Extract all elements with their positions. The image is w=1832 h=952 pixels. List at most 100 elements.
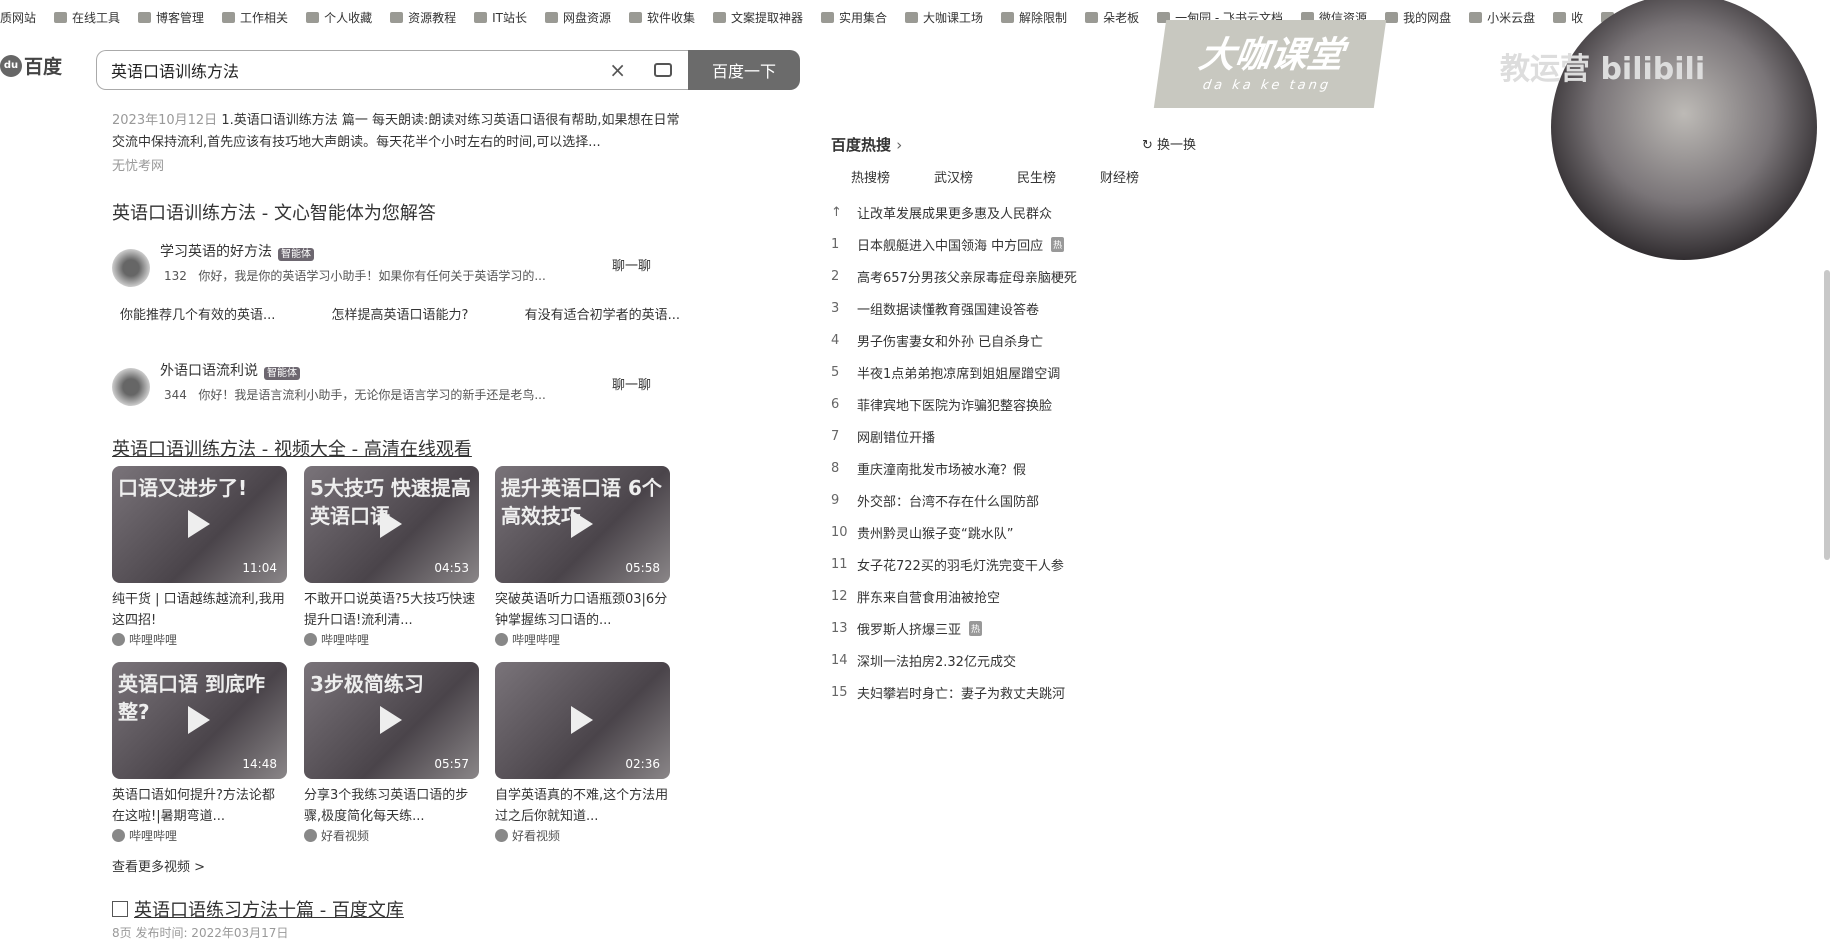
scrollbar[interactable]: [1824, 270, 1830, 560]
bookmark[interactable]: 大咖课工场: [905, 9, 983, 26]
video-thumbnail[interactable]: 英语口语 到底咋整? 14:48: [112, 662, 287, 779]
hot-item[interactable]: 15 夫妇攀岩时身亡：妻子为救丈夫跳河: [831, 676, 1077, 708]
tab-finance[interactable]: 财经榜: [1100, 167, 1139, 186]
bookmark[interactable]: IT站长: [474, 9, 527, 26]
bookmark-label: 解除限制: [1019, 10, 1068, 25]
video-thumbnail[interactable]: 02:36: [495, 662, 670, 779]
suggestion[interactable]: 有没有适合初学者的英语...: [525, 304, 680, 323]
agent-card[interactable]: 学习英语的好方法 智能体 132 你好，我是你的英语学习小助手！如果你有任何关于英语…: [112, 244, 672, 299]
camera-icon[interactable]: [654, 63, 672, 77]
result-snippet: 2023年10月12日 1.英语口语训练方法 篇一 每天朗读:朗读对练习英语口语…: [112, 110, 682, 178]
chat-button[interactable]: 聊一聊: [612, 374, 651, 393]
search-button[interactable]: 百度一下: [688, 50, 800, 90]
agent-card[interactable]: 外语口语流利说 智能体 344 你好！我是语言流利小助手，无论你是语言学习的新手还是…: [112, 363, 672, 418]
folder-icon: [1469, 11, 1483, 23]
hot-rank: 9: [831, 492, 840, 508]
video-card[interactable]: 提升英语口语 6个高效技巧 05:58 突破英语听力口语瓶颈03|6分 钟掌握练习口语…: [495, 466, 670, 648]
bookmark[interactable]: 网盘资源: [544, 9, 611, 26]
video-thumbnail[interactable]: 提升英语口语 6个高效技巧 05:58: [495, 466, 670, 583]
hot-item[interactable]: ↑ 让改革发展成果更多惠及人民群众: [831, 196, 1077, 228]
agent-badge: 智能体: [278, 247, 314, 261]
video-card[interactable]: 5大技巧 快速提高 英语口语 04:53 不敢开口说英语?5大技巧快速 提升口语!流利…: [304, 466, 479, 648]
video-caption[interactable]: 英语口语如何提升?方法论都 在这啦!|暑期弯道...: [112, 785, 287, 827]
bookmark[interactable]: 朵老板: [1085, 9, 1139, 26]
wenku-result[interactable]: 英语口语练习方法十篇 - 百度文库: [112, 896, 404, 922]
video-thumbnail[interactable]: 3步极简练习 05:57: [304, 662, 479, 779]
bookmark[interactable]: 实用集合: [821, 9, 887, 26]
chat-button[interactable]: 聊一聊: [612, 255, 651, 274]
bookmark[interactable]: 个人收藏: [306, 9, 372, 26]
hot-tag: 热: [1051, 236, 1065, 252]
video-duration: 05:58: [625, 561, 660, 575]
haokan-icon: [304, 829, 317, 842]
hot-item[interactable]: 8 重庆潼南批发市场被水淹？假: [831, 452, 1077, 484]
video-caption[interactable]: 纯干货 | 口语越练越流利,我用 这四招!: [112, 589, 287, 631]
video-card[interactable]: 02:36 自学英语真的不难,这个方法用 过之后你就知道... 好看视频: [495, 662, 670, 844]
clear-icon[interactable]: ×: [609, 58, 626, 82]
video-caption[interactable]: 突破英语听力口语瓶颈03|6分 钟掌握练习口语的...: [495, 589, 670, 631]
bookmark-label: 个人收藏: [324, 10, 373, 25]
video-card[interactable]: 3步极简练习 05:57 分享3个我练习英语口语的步 骤,极度简化每天练... 好看视频: [304, 662, 479, 844]
hot-item[interactable]: 2 高考657分男孩父亲尿毒症母亲脑梗死: [831, 260, 1077, 292]
video-card[interactable]: 英语口语 到底咋整? 14:48 英语口语如何提升?方法论都 在这啦!|暑期弯道...…: [112, 662, 287, 844]
bookmark[interactable]: 工作相关: [222, 9, 288, 26]
bookmark[interactable]: 文案提取神器: [713, 9, 803, 26]
agent-count: 344: [164, 388, 187, 402]
bookmark[interactable]: 在线工具: [54, 9, 120, 26]
suggestion[interactable]: 你能推荐几个有效的英语...: [120, 304, 275, 323]
play-icon: [380, 510, 402, 538]
suggestion[interactable]: 怎样提高英语口语能力?: [332, 304, 469, 323]
hot-item[interactable]: 3 一组数据读懂教育强国建设答卷: [831, 292, 1077, 324]
video-thumbnail[interactable]: 口语又进步了! 11:04: [112, 466, 287, 583]
bilibili-icon: [495, 633, 508, 646]
tab-livelihood[interactable]: 民生榜: [1017, 167, 1056, 186]
bilibili-icon: [112, 633, 125, 646]
hot-item[interactable]: 4 男子伤害妻女和外孙 已自杀身亡: [831, 324, 1077, 356]
hot-item[interactable]: 1 日本舰艇进入中国领海 中方回应热: [831, 228, 1077, 260]
ai-section-title[interactable]: 英语口语训练方法 - 文心智能体为您解答: [112, 199, 436, 225]
refresh-button[interactable]: ↻ 换一换: [1142, 134, 1196, 153]
tab-hot[interactable]: 热搜榜: [851, 167, 890, 186]
result-source[interactable]: 无忧考网: [112, 156, 682, 178]
hot-rank: 8: [831, 460, 840, 476]
search-input[interactable]: 英语口语训练方法 ×: [96, 50, 690, 90]
bookmark[interactable]: 我的网盘: [1385, 9, 1451, 26]
hot-text: 深圳一法拍房2.32亿元成交: [857, 654, 1016, 670]
tab-wuhan[interactable]: 武汉榜: [934, 167, 973, 186]
hot-text: 一组数据读懂教育强国建设答卷: [857, 302, 1040, 318]
bookmark[interactable]: 解除限制: [1001, 9, 1067, 26]
hot-item[interactable]: 11 女子花722买的羽毛灯洗完变干人参: [831, 548, 1077, 580]
agent-text: 你好，我是你的英语学习小助手！如果你有任何关于英语学习的...: [198, 269, 546, 283]
caption-line: 突破英语听力口语瓶颈03|6分: [495, 592, 668, 607]
more-videos-link[interactable]: 查看更多视频 >: [112, 856, 205, 875]
watermark-text: 教运营 bilibili: [1500, 52, 1706, 87]
hot-item[interactable]: 9 外交部：台湾不存在什么国防部: [831, 484, 1077, 516]
hot-item[interactable]: 5 半夜1点弟弟抱凉席到姐姐屋蹭空调: [831, 356, 1077, 388]
hot-title[interactable]: 百度热搜 ›: [831, 134, 902, 155]
bookmark[interactable]: 质网站: [0, 9, 36, 26]
hot-item[interactable]: 14 深圳一法拍房2.32亿元成交: [831, 644, 1077, 676]
bookmark[interactable]: 软件收集: [628, 9, 695, 26]
video-caption[interactable]: 分享3个我练习英语口语的步 骤,极度简化每天练...: [304, 785, 479, 827]
agent-desc: 132 你好，我是你的英语学习小助手！如果你有任何关于英语学习的...: [164, 267, 546, 284]
bookmark-label: 博客管理: [156, 10, 205, 25]
video-section-title[interactable]: 英语口语训练方法 - 视频大全 - 高清在线观看: [112, 435, 472, 461]
folder-icon: [1085, 11, 1099, 23]
hot-item[interactable]: 6 菲律宾地下医院为诈骗犯整容换脸: [831, 388, 1077, 420]
bookmark[interactable]: 小米云盘: [1469, 9, 1535, 26]
video-caption[interactable]: 不敢开口说英语?5大技巧快速 提升口语!流利清...: [304, 589, 479, 631]
hot-text: 网剧错位开播: [857, 430, 936, 446]
video-card[interactable]: 口语又进步了! 11:04 纯干货 | 口语越练越流利,我用 这四招! 哔哩哔哩: [112, 466, 287, 648]
bookmark[interactable]: 收: [1553, 9, 1583, 26]
hot-text: 男子伤害妻女和外孙 已自杀身亡: [857, 334, 1044, 350]
hot-item[interactable]: 13 俄罗斯人挤爆三亚热: [831, 612, 1077, 644]
baidu-logo[interactable]: du 百度: [0, 52, 62, 79]
hot-item[interactable]: 10 贵州黔灵山猴子变“跳水队”: [831, 516, 1077, 548]
hot-item[interactable]: 7 网剧错位开播: [831, 420, 1077, 452]
hot-item[interactable]: 12 胖东来自营食用油被抢空: [831, 580, 1077, 612]
bookmark[interactable]: 博客管理: [138, 9, 204, 26]
bookmark[interactable]: 资源教程: [390, 9, 456, 26]
video-thumbnail[interactable]: 5大技巧 快速提高 英语口语 04:53: [304, 466, 479, 583]
hot-rank: 15: [831, 684, 848, 700]
video-caption[interactable]: 自学英语真的不难,这个方法用 过之后你就知道...: [495, 785, 670, 827]
